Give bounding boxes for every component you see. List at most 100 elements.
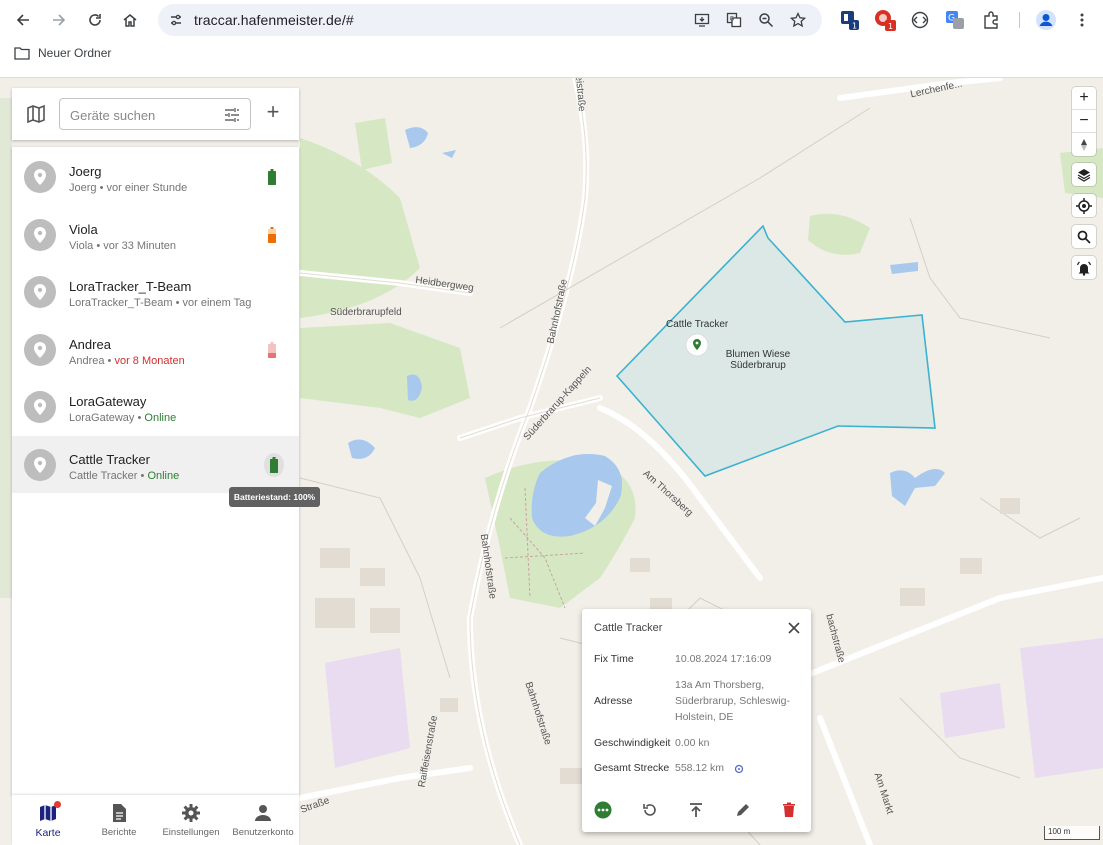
zoom-in-button[interactable]: + [1072, 87, 1096, 110]
map-search-control [1072, 225, 1096, 248]
browser-menu-icon[interactable] [1070, 8, 1094, 32]
separator: • [134, 412, 145, 425]
compass-button[interactable] [1072, 133, 1096, 156]
home-icon [123, 14, 137, 27]
device-search[interactable] [59, 98, 251, 130]
device-list-item[interactable]: Cattle Tracker Cattle Tracker • Online [12, 436, 299, 493]
nav-settings[interactable]: Einstellungen [155, 803, 227, 843]
popup-key: Gesamt Strecke [594, 762, 670, 774]
add-device-button[interactable]: + [262, 101, 284, 124]
compass-icon [1081, 138, 1087, 151]
notifications-button[interactable] [1072, 256, 1096, 279]
close-icon[interactable] [786, 620, 802, 636]
separator: • [93, 239, 104, 252]
popup-value: 558.12 km [675, 762, 725, 774]
device-search-input[interactable] [70, 105, 220, 125]
folder-icon [14, 47, 30, 60]
extension-translate-icon[interactable]: G [943, 8, 967, 32]
location-pin-icon [34, 284, 46, 301]
install-app-icon[interactable] [692, 10, 712, 30]
translate-icon[interactable]: G [724, 10, 744, 30]
device-status: vor 33 Minuten [103, 239, 176, 252]
device-list-item[interactable]: Joerg Joerg • vor einer Stunde [12, 148, 299, 205]
back-button[interactable] [9, 6, 37, 34]
notifications-control [1072, 256, 1096, 279]
notification-dot [54, 801, 61, 808]
device-list-item[interactable]: LoraTracker_T-Beam LoraTracker_T-Beam • v… [12, 263, 299, 320]
device-subtitle: Joerg • vor einer Stunde [69, 182, 187, 194]
extension-code-icon[interactable] [908, 8, 932, 32]
device-status: vor einer Stunde [106, 182, 188, 194]
device-subtitle-name: Andrea [69, 354, 105, 367]
extensions-puzzle-icon[interactable] [980, 8, 1004, 32]
device-subtitle: Viola • vor 33 Minuten [69, 240, 176, 252]
reload-icon [89, 14, 101, 26]
layers-button[interactable] [1072, 163, 1096, 186]
svg-text:G: G [730, 16, 735, 23]
browser-navbar: traccar.hafenmeister.de/# G 1 1 G [0, 0, 1103, 40]
device-list-item[interactable]: LoraGateway LoraGateway • Online [12, 378, 299, 435]
upload-icon [690, 803, 702, 817]
device-avatar [24, 391, 56, 424]
forward-button[interactable] [45, 6, 73, 34]
device-name: Viola [69, 221, 98, 237]
device-popup: Cattle Tracker Fix Time 10.08.2024 17:16… [582, 609, 811, 832]
layers-icon [1077, 168, 1091, 182]
nav-account[interactable]: Benutzerkonto [227, 803, 299, 843]
more-icon [594, 801, 612, 819]
map-scale: 100 m [1044, 826, 1100, 840]
popup-value-line-1: 13a Am Thorsberg, [675, 679, 765, 691]
device-subtitle: LoraGateway • Online [69, 412, 176, 424]
send-command-button[interactable] [685, 799, 707, 821]
home-button[interactable] [116, 6, 144, 34]
locate-icon [1076, 197, 1092, 214]
device-avatar [24, 161, 56, 193]
device-name: Cattle Tracker [69, 452, 150, 467]
nav-map[interactable]: Karte [12, 801, 84, 843]
device-status: vor 8 Monaten [114, 354, 185, 367]
extension-badge-icon[interactable]: 1 [838, 8, 862, 32]
bookmark-folder-label[interactable]: Neuer Ordner [38, 46, 111, 60]
nav-reports[interactable]: Berichte [83, 803, 155, 843]
zoom-icon[interactable] [756, 10, 776, 30]
extension-red-icon[interactable]: 1 [873, 8, 897, 32]
bookmark-star-icon[interactable] [788, 10, 808, 30]
device-subtitle-name: Joerg [69, 182, 97, 194]
device-subtitle-name: LoraTracker_T-Beam [69, 297, 173, 310]
locate-control [1072, 194, 1096, 217]
device-name: LoraTracker_T-Beam [69, 279, 192, 295]
popup-title: Cattle Tracker [594, 622, 663, 634]
device-marker [685, 333, 709, 357]
bookmark-folder[interactable]: Neuer Ordner [14, 46, 111, 60]
device-list-item[interactable]: Andrea Andrea • vor 8 Monaten [12, 321, 299, 378]
reload-button[interactable] [81, 6, 109, 34]
map-toggle-icon[interactable] [26, 104, 46, 124]
separator: • [96, 182, 107, 194]
device-list: Joerg Joerg • vor einer Stunde Viola Viola … [12, 147, 299, 795]
popup-value-line-3: Holstein, DE [675, 711, 734, 723]
map-search-button[interactable] [1072, 225, 1096, 248]
filter-icon[interactable] [224, 107, 240, 123]
device-avatar [24, 333, 56, 366]
url-text[interactable]: traccar.hafenmeister.de/# [194, 12, 354, 28]
zoom-out-button[interactable]: − [1072, 110, 1096, 133]
address-bar[interactable]: traccar.hafenmeister.de/# G [158, 4, 822, 36]
profile-avatar-icon[interactable] [1034, 8, 1058, 32]
popup-value-line-2: Süderbrarup, Schleswig- [675, 695, 790, 707]
delete-button[interactable] [778, 799, 800, 821]
site-info-icon[interactable] [166, 10, 186, 30]
edit-button[interactable] [732, 799, 754, 821]
device-subtitle: Andrea • vor 8 Monaten [69, 355, 185, 367]
replay-button[interactable] [639, 799, 661, 821]
device-list-item[interactable]: Viola Viola • vor 33 Minuten [12, 206, 299, 263]
device-name: Joerg [69, 164, 102, 179]
bookmarks-bar: Neuer Ordner [0, 42, 1103, 72]
back-arrow-icon [16, 14, 29, 26]
more-button[interactable] [592, 799, 614, 821]
location-pin-icon [34, 341, 46, 358]
device-avatar [24, 449, 56, 481]
locate-button[interactable] [1072, 194, 1096, 217]
pencil-icon [737, 804, 749, 816]
device-subtitle-name: LoraGateway [69, 412, 135, 425]
distance-link-icon[interactable] [734, 764, 744, 774]
